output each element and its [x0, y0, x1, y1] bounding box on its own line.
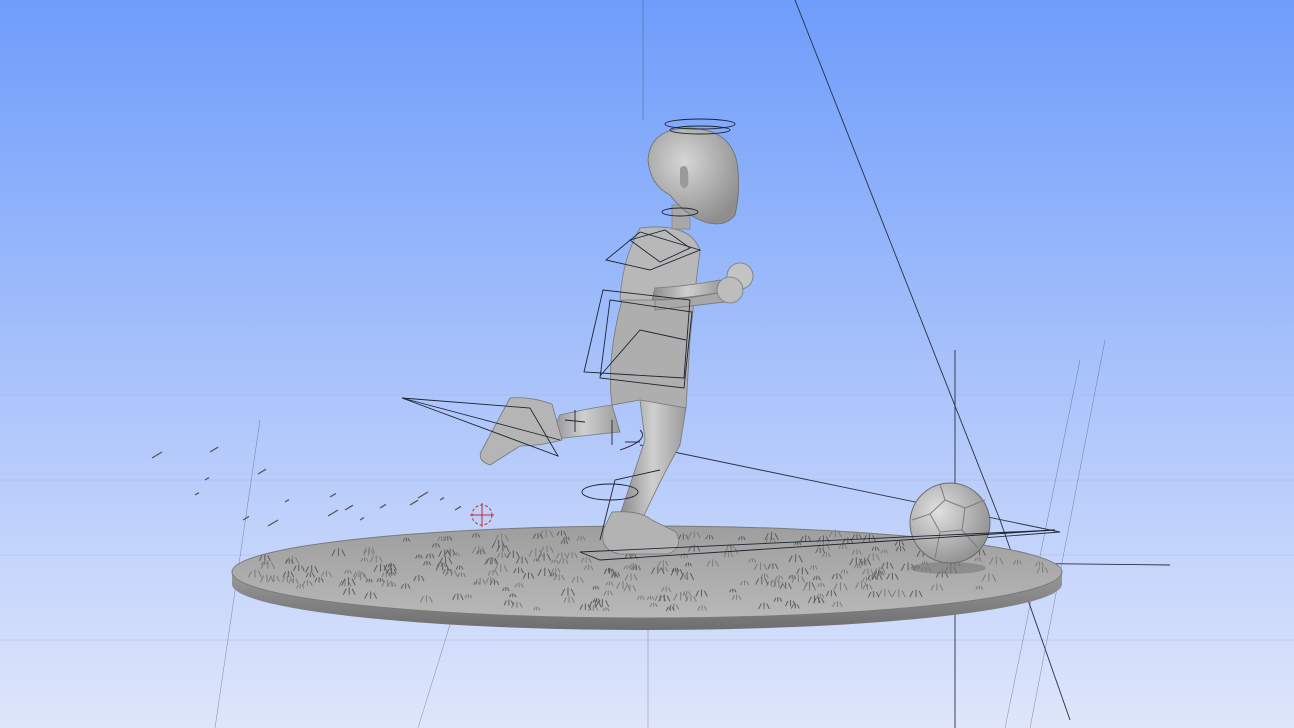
shorts: [609, 299, 695, 410]
3d-viewport[interactable]: [0, 0, 1294, 728]
scene-canvas[interactable]: [0, 0, 1294, 728]
